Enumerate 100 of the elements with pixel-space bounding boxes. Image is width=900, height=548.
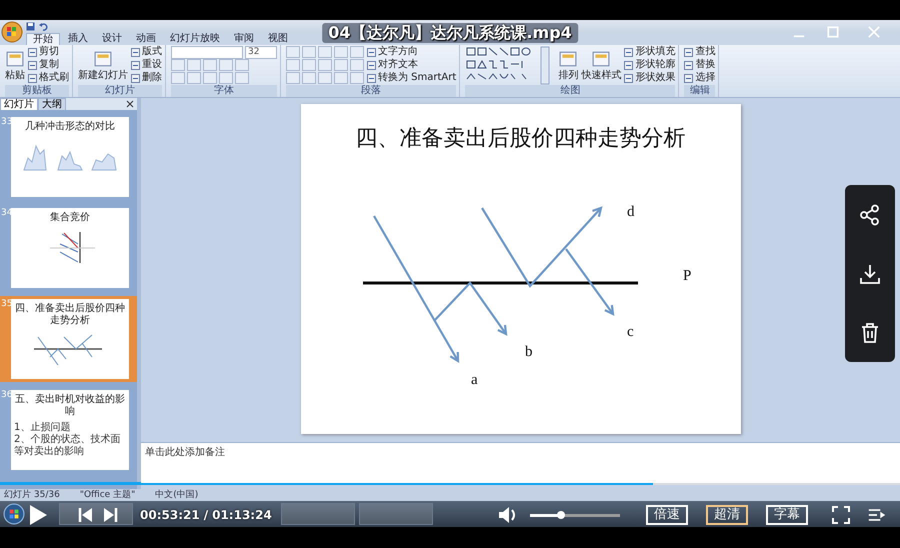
font-name-field[interactable] [171, 46, 243, 59]
format-button[interactable] [187, 59, 201, 72]
maximize-icon[interactable] [827, 26, 839, 38]
ribbon-tab[interactable]: 幻灯片放映 [164, 32, 226, 45]
save-icon[interactable] [26, 22, 35, 31]
format-button[interactable] [318, 72, 332, 84]
format-button[interactable] [350, 59, 364, 72]
toolbar-icon [131, 60, 140, 70]
ribbon-tab[interactable]: 审阅 [228, 32, 260, 45]
play-icon[interactable] [28, 504, 48, 526]
format-button[interactable] [171, 59, 185, 72]
toolbar-icon [6, 50, 24, 68]
ribbon-button[interactable]: 形状填充 [624, 46, 676, 58]
toolbar-icon [131, 48, 140, 57]
toolbar-icon [28, 60, 37, 70]
ribbon-button[interactable]: 删除 [131, 72, 162, 84]
ribbon-button[interactable]: 形状轮廓 [624, 59, 676, 72]
ribbon-tab[interactable]: 插入 [62, 32, 94, 45]
toolbar-icon [367, 48, 376, 57]
ribbon-group: 查找 替换 选择 编辑 [681, 44, 720, 97]
format-button[interactable] [203, 59, 217, 72]
ribbon-button[interactable]: 排列 [558, 50, 578, 81]
ribbon-tab[interactable]: 视图 [262, 32, 294, 45]
format-button[interactable] [318, 59, 332, 72]
format-button[interactable] [334, 59, 348, 72]
progress-bar[interactable] [0, 482, 900, 485]
ribbon-button[interactable]: 查找 [684, 46, 716, 58]
undo-icon[interactable] [39, 22, 48, 31]
format-button[interactable] [187, 72, 201, 84]
toolbar-icon [28, 48, 37, 57]
status-text: 幻灯片 35/36 [4, 489, 60, 502]
format-button[interactable] [286, 59, 300, 72]
slide-title: 四、准备卖出后股价四种走势分析 [356, 124, 686, 153]
format-button[interactable] [318, 46, 332, 58]
toolbar-icon [684, 48, 694, 57]
format-button[interactable] [219, 59, 233, 72]
format-button[interactable] [235, 59, 249, 72]
ribbon-tab[interactable]: 设计 [96, 32, 128, 45]
slide-thumbnail[interactable]: 几种冲击形态的对比 [11, 116, 129, 197]
taskbar-button[interactable] [59, 503, 133, 526]
ribbon-tab[interactable]: 动画 [130, 32, 162, 45]
trend-arrow-c [564, 248, 614, 316]
toolbar-icon [624, 60, 634, 70]
ribbon-button[interactable]: 版式 [131, 46, 162, 58]
ribbon-tab[interactable]: 开始 [26, 32, 60, 45]
volume-icon[interactable] [498, 506, 518, 524]
format-button[interactable] [219, 72, 233, 84]
status-text: "Office 主题" [80, 489, 136, 502]
format-button[interactable] [203, 72, 217, 84]
ribbon-button[interactable]: 快速样式 [581, 50, 622, 81]
next-icon[interactable] [104, 507, 118, 523]
font-size-field[interactable]: 32 [245, 46, 277, 59]
time-separator: / [204, 508, 208, 522]
diagram-label: c [626, 324, 634, 340]
ribbon-button[interactable]: 对齐文本 [367, 59, 456, 72]
slide-thumbnail[interactable]: 五、卖出时机对收益的影响 1、止损问题 2、个股的状态、技术面等对卖出的影响 [11, 390, 129, 470]
format-button[interactable] [286, 46, 300, 58]
previous-icon[interactable] [78, 507, 92, 523]
fullscreen-icon[interactable] [832, 506, 850, 524]
pane-tab[interactable]: 大纲 [38, 98, 66, 110]
diagram-label: a [470, 372, 478, 388]
slide-thumbnail[interactable]: 四、准备卖出后股价四种走势分析 [11, 298, 129, 379]
ribbon-button[interactable]: 替换 [684, 59, 716, 72]
ribbon-button[interactable]: 剪切 [28, 46, 69, 58]
player-option-button[interactable]: 超清 [706, 505, 748, 525]
format-button[interactable] [235, 72, 249, 84]
ribbon-button[interactable]: 形状效果 [624, 72, 676, 84]
ribbon-button[interactable]: 文字方向 [367, 46, 456, 58]
thumbnail-title: 五、卖出时机对收益的影响 [14, 394, 126, 418]
ribbon-group: 32 字体 [168, 44, 281, 97]
volume-slider[interactable] [530, 514, 620, 516]
ribbon-button[interactable]: 重设 [131, 59, 162, 72]
format-button[interactable] [350, 72, 364, 84]
slide-thumbnail[interactable]: 集合竞价 [11, 208, 129, 288]
toolbar-icon [559, 50, 578, 68]
close-icon[interactable] [126, 100, 134, 108]
start-button-icon[interactable] [3, 503, 25, 526]
ribbon-button[interactable]: 选择 [684, 72, 716, 84]
ribbon-button[interactable]: 格式刷 [28, 72, 69, 84]
format-button[interactable] [302, 46, 316, 58]
download-icon[interactable] [859, 262, 881, 284]
slide-thumbnail-row[interactable]: 34 集合竞价 [0, 204, 137, 291]
format-button[interactable] [350, 46, 364, 58]
format-button[interactable] [302, 72, 316, 84]
ribbon-button[interactable]: 转换为 SmartArt [367, 72, 456, 84]
toolbar-icon [624, 74, 634, 83]
format-button[interactable] [286, 72, 300, 84]
pane-tab[interactable]: 幻灯片 [0, 98, 38, 110]
format-button[interactable] [334, 46, 348, 58]
share-icon[interactable] [859, 204, 881, 226]
format-button[interactable] [334, 72, 348, 84]
player-option-button[interactable]: 字幕 [766, 505, 808, 525]
format-button[interactable] [171, 72, 185, 84]
trash-icon[interactable] [859, 322, 881, 344]
ribbon-button[interactable]: 新建幻灯片 [78, 50, 128, 81]
ribbon-button[interactable]: 粘贴 [5, 50, 25, 81]
player-option-button[interactable]: 倍速 [646, 505, 688, 525]
ribbon-button[interactable]: 复制 [28, 59, 69, 72]
format-button[interactable] [302, 59, 316, 72]
notes-field[interactable]: 单击此处添加备注 [141, 442, 900, 483]
